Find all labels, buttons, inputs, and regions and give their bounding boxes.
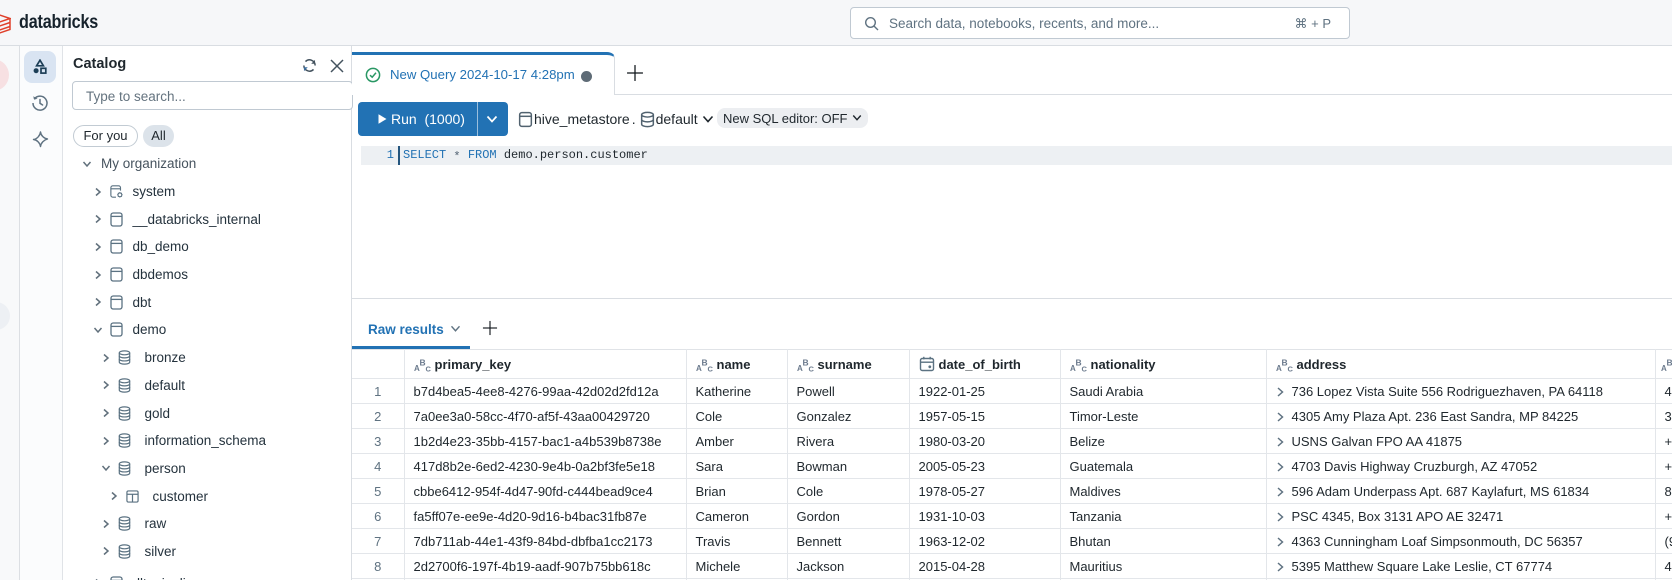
svg-text:C: C: [425, 364, 431, 372]
svg-text:C: C: [1287, 364, 1293, 372]
svg-text:C: C: [1081, 364, 1087, 372]
svg-text:C: C: [808, 364, 814, 372]
svg-text:C: C: [707, 364, 713, 372]
